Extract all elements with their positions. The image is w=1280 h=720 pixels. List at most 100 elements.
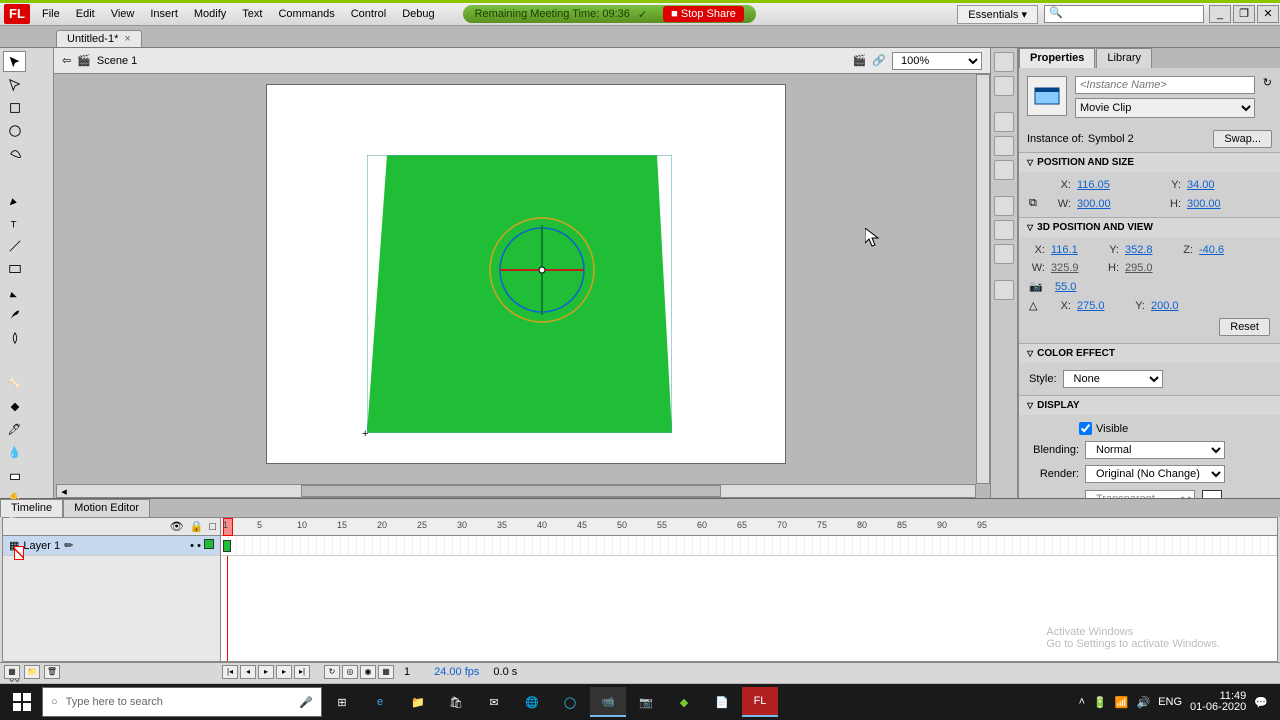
taskbar-chrome[interactable]: 🌐 <box>514 687 550 717</box>
menu-view[interactable]: View <box>103 4 143 24</box>
eraser-tool[interactable] <box>3 465 26 486</box>
menu-modify[interactable]: Modify <box>186 4 234 24</box>
3d-x-value[interactable]: 116.1 <box>1051 244 1097 256</box>
lock-icon[interactable]: 🔒 <box>190 520 204 533</box>
section-display[interactable]: DISPLAY <box>1019 396 1280 415</box>
play-button[interactable]: ▸ <box>258 665 274 679</box>
menu-commands[interactable]: Commands <box>270 4 342 24</box>
taskbar-zoom[interactable]: 📹 <box>590 687 626 717</box>
subselection-tool[interactable] <box>3 74 26 95</box>
deco-tool[interactable] <box>3 327 26 348</box>
taskbar-search[interactable]: ○ Type here to search 🎤 <box>42 687 322 717</box>
line-tool[interactable] <box>3 235 26 256</box>
goto-first-button[interactable]: |◂ <box>222 665 238 679</box>
taskbar-app[interactable]: ◆ <box>666 687 702 717</box>
taskbar-camera[interactable]: 📷 <box>628 687 664 717</box>
vp-x-value[interactable]: 275.0 <box>1077 300 1123 312</box>
edit-scene-icon[interactable]: 🎬 <box>853 54 867 67</box>
menu-control[interactable]: Control <box>343 4 394 24</box>
onion-outlines-button[interactable]: ◉ <box>360 665 376 679</box>
taskbar-notes[interactable]: 📄 <box>704 687 740 717</box>
free-transform-tool[interactable] <box>3 97 26 118</box>
document-tab[interactable]: Untitled-1* × <box>56 30 142 47</box>
ink-bottle-tool[interactable]: 🖋 <box>3 419 26 440</box>
tray-battery-icon[interactable]: 🔋 <box>1093 696 1107 709</box>
zoom-selector[interactable]: 100% <box>892 52 982 70</box>
code-snippets-icon[interactable] <box>994 196 1014 216</box>
restore-button[interactable]: ❐ <box>1233 5 1255 23</box>
tray-notifications-icon[interactable]: 💬 <box>1254 696 1268 709</box>
pen-tool[interactable] <box>3 189 26 210</box>
layer-name[interactable]: Layer 1 <box>23 540 60 552</box>
section-3d-position[interactable]: 3D POSITION AND VIEW <box>1019 218 1280 237</box>
keyframe[interactable] <box>223 540 231 552</box>
help-search-input[interactable]: 🔍 <box>1044 5 1204 23</box>
outline-icon[interactable]: □ <box>209 521 216 533</box>
horizontal-scrollbar[interactable]: ◂ <box>56 484 976 498</box>
step-back-button[interactable]: ◂ <box>240 665 256 679</box>
taskbar-explorer[interactable]: 📁 <box>400 687 436 717</box>
menu-debug[interactable]: Debug <box>394 4 442 24</box>
frames-area[interactable]: 15101520253035404550556065707580859095 <box>221 518 1277 661</box>
frame-ruler[interactable]: 15101520253035404550556065707580859095 <box>221 518 1277 536</box>
lasso-tool[interactable] <box>3 143 26 164</box>
tab-properties[interactable]: Properties <box>1019 48 1095 68</box>
paint-bucket-tool[interactable] <box>3 396 26 417</box>
goto-last-button[interactable]: ▸| <box>294 665 310 679</box>
render-select[interactable]: Original (No Change) <box>1085 465 1225 483</box>
new-folder-button[interactable]: 📁 <box>24 665 40 679</box>
delete-layer-button[interactable]: 🗑 <box>44 665 60 679</box>
close-icon[interactable]: × <box>124 33 130 45</box>
menu-edit[interactable]: Edit <box>68 4 103 24</box>
tab-motion-editor[interactable]: Motion Editor <box>63 499 150 517</box>
tray-language[interactable]: ENG <box>1158 696 1182 708</box>
text-tool[interactable]: T <box>3 212 26 233</box>
symbol-type-select[interactable]: Movie Clip <box>1075 98 1255 118</box>
new-layer-button[interactable]: ▦ <box>4 665 20 679</box>
reset-button[interactable]: Reset <box>1219 318 1270 336</box>
step-forward-button[interactable]: ▸ <box>276 665 292 679</box>
align-panel-icon[interactable] <box>994 112 1014 132</box>
taskbar-mail[interactable]: ✉ <box>476 687 512 717</box>
start-button[interactable] <box>4 687 40 717</box>
layer-row[interactable]: ▦ Layer 1 ✏ • • <box>3 536 220 556</box>
transparent-color[interactable] <box>1202 490 1222 498</box>
perspective-value[interactable]: 55.0 <box>1055 281 1101 293</box>
transparent-select[interactable]: Transparent <box>1085 490 1195 498</box>
minimize-button[interactable]: _ <box>1209 5 1231 23</box>
onion-skin-button[interactable]: ◎ <box>342 665 358 679</box>
instance-name-input[interactable] <box>1075 76 1255 94</box>
workspace-selector[interactable]: Essentials ▾ <box>957 5 1038 24</box>
menu-insert[interactable]: Insert <box>142 4 186 24</box>
info-panel-icon[interactable] <box>994 136 1014 156</box>
eyedropper-tool[interactable]: 💧 <box>3 442 26 463</box>
scene-label[interactable]: Scene 1 <box>97 55 137 67</box>
section-color-effect[interactable]: COLOR EFFECT <box>1019 344 1280 363</box>
lock-aspect-icon[interactable]: ⧉ <box>1029 197 1049 210</box>
taskbar-store[interactable]: 🛍 <box>438 687 474 717</box>
edit-symbol-icon[interactable]: 🔗 <box>872 54 886 67</box>
x-value[interactable]: 116.05 <box>1077 179 1123 191</box>
mic-icon[interactable]: 🎤 <box>299 696 313 709</box>
frame-track[interactable] <box>221 536 1277 556</box>
close-button[interactable]: ✕ <box>1257 5 1279 23</box>
tray-chevron-icon[interactable]: ˄ <box>1079 696 1085 708</box>
w-value[interactable]: 300.00 <box>1077 198 1123 210</box>
3d-z-value[interactable]: -40.6 <box>1199 244 1245 256</box>
loop-button[interactable]: ↻ <box>324 665 340 679</box>
eye-icon[interactable]: 👁 <box>170 520 184 533</box>
brush-tool[interactable] <box>3 304 26 325</box>
stop-share-button[interactable]: ■ Stop Share <box>663 6 744 22</box>
selection-tool[interactable] <box>3 51 26 72</box>
3d-y-value[interactable]: 352.8 <box>1125 244 1171 256</box>
3d-rotation-gizmo[interactable] <box>487 215 597 325</box>
transform-panel-icon[interactable] <box>994 160 1014 180</box>
tab-library[interactable]: Library <box>1096 48 1152 68</box>
taskbar-flash[interactable]: FL <box>742 687 778 717</box>
taskbar-edge[interactable]: e <box>362 687 398 717</box>
system-tray[interactable]: ˄ 🔋 📶 🔊 ENG 11:49 01-06-2020 💬 <box>1079 691 1276 713</box>
edit-multiple-button[interactable]: ▦ <box>378 665 394 679</box>
swap-button[interactable]: Swap... <box>1213 130 1272 148</box>
stage-scroll[interactable]: + <box>56 74 976 484</box>
swatches-panel-icon[interactable] <box>994 76 1014 96</box>
